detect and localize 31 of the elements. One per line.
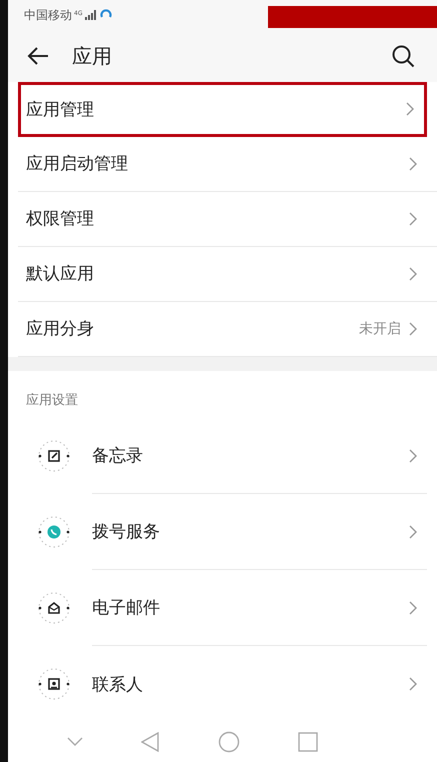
mail-app-icon (36, 590, 72, 626)
chevron-right-icon (409, 322, 417, 336)
memo-app-icon (36, 438, 72, 474)
chevron-right-icon (409, 212, 417, 226)
app-setting-item[interactable]: 备忘录 (8, 418, 437, 494)
section-title: 应用设置 (25, 392, 79, 410)
chevron-right-icon (409, 266, 417, 280)
chevron-right-icon (409, 524, 417, 539)
back-triangle-icon[interactable] (141, 732, 160, 752)
menu-item[interactable]: 应用管理 (18, 82, 427, 136)
app-setting-item[interactable]: 联系人 (8, 646, 437, 722)
signal-icon (84, 10, 98, 20)
chevron-right-icon (409, 156, 417, 170)
page-title: 应用 (72, 42, 113, 70)
phone-app-icon (36, 514, 72, 550)
menu-item[interactable]: 应用启动管理 (18, 136, 437, 192)
carrier-name: 中国移动 (24, 6, 72, 24)
app-setting-item[interactable]: 拨号服务 (8, 494, 437, 570)
app-setting-item[interactable]: 电子邮件 (8, 570, 437, 646)
menu-item[interactable]: 权限管理 (18, 192, 437, 246)
chevron-right-icon (409, 600, 417, 615)
chevron-right-icon (406, 102, 414, 116)
collapse-icon[interactable] (67, 737, 84, 748)
menu-item[interactable]: 默认应用 (18, 246, 437, 302)
contact-app-icon (36, 666, 72, 702)
chevron-right-icon (409, 677, 417, 692)
chevron-right-icon (409, 448, 417, 463)
recents-square-icon[interactable] (298, 732, 318, 752)
home-circle-icon[interactable] (218, 731, 240, 754)
back-arrow-icon[interactable] (26, 46, 50, 66)
search-icon[interactable] (391, 44, 415, 68)
